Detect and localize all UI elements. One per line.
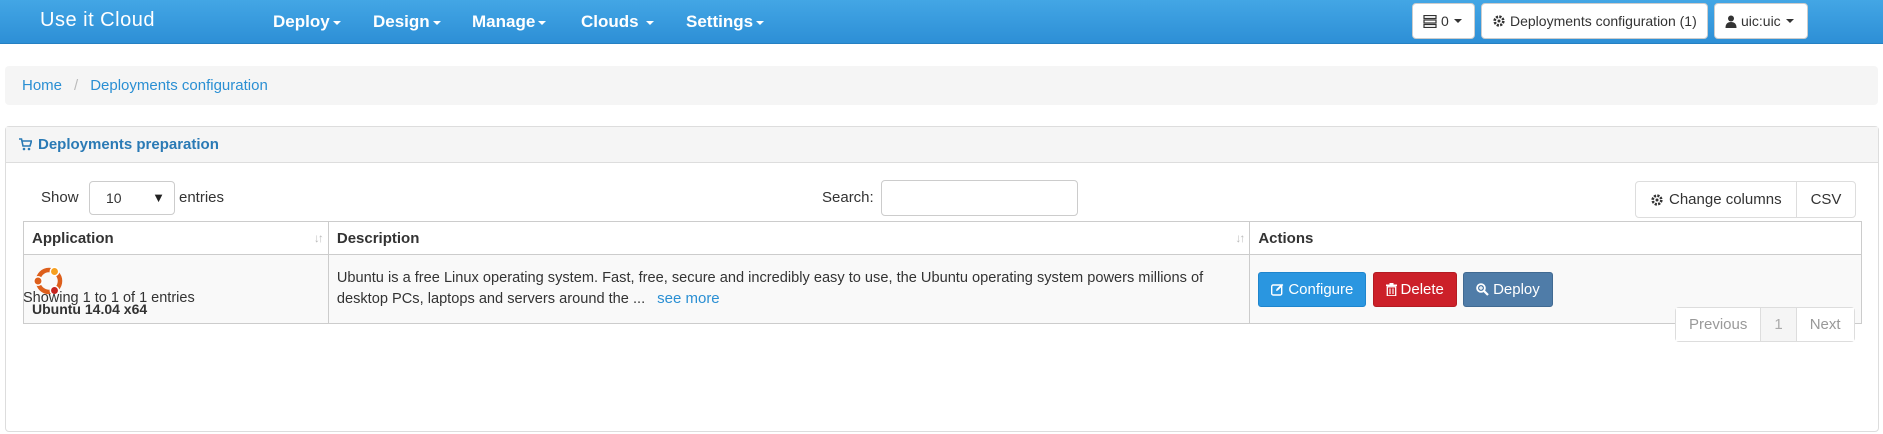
nav-menu-design-label: Design bbox=[373, 12, 430, 31]
brand-logo-text[interactable]: Use it Cloud bbox=[40, 9, 155, 32]
pagination-next[interactable]: Next bbox=[1795, 308, 1854, 341]
nav-menu-design[interactable]: Design bbox=[373, 12, 441, 32]
column-header-description[interactable]: Description ↓↑ bbox=[327, 221, 1251, 255]
deploy-label: Deploy bbox=[1493, 280, 1540, 298]
zoom-icon bbox=[1476, 282, 1489, 296]
description-text: Ubuntu is a free Linux operating system.… bbox=[336, 270, 1204, 307]
column-header-application[interactable]: Application ↓↑ bbox=[23, 221, 329, 255]
edit-icon bbox=[1271, 283, 1284, 296]
nav-menu-deploy-label: Deploy bbox=[273, 12, 330, 31]
dropdown-arrow-icon: ▼ bbox=[152, 190, 165, 205]
pagination-previous[interactable]: Previous bbox=[1676, 308, 1761, 341]
nav-menu-settings[interactable]: Settings bbox=[686, 12, 765, 32]
delete-label: Delete bbox=[1400, 280, 1444, 298]
gear-icon bbox=[1651, 193, 1663, 206]
configure-label: Configure bbox=[1288, 280, 1354, 298]
user-label: uic:uic bbox=[1741, 13, 1781, 29]
nav-menu-deploy[interactable]: Deploy bbox=[273, 12, 341, 32]
search-input[interactable] bbox=[881, 180, 1078, 216]
see-more-link[interactable]: see more bbox=[657, 290, 720, 307]
table-info-text: Showing 1 to 1 of 1 entries bbox=[23, 290, 195, 306]
column-header-label: Actions bbox=[1258, 229, 1314, 247]
nav-menu-clouds-label: Clouds bbox=[581, 12, 639, 31]
chevron-down-icon bbox=[756, 20, 765, 25]
column-header-label: Description bbox=[336, 229, 420, 247]
nav-menu-manage-label: Manage bbox=[472, 12, 536, 31]
breadcrumb-separator: / bbox=[74, 77, 79, 94]
pagination-page-1[interactable]: 1 bbox=[1760, 308, 1796, 341]
nav-menu-settings-label: Settings bbox=[686, 12, 754, 31]
page-size-select[interactable]: 10 ▼ bbox=[89, 181, 175, 215]
change-columns-button[interactable]: Change columns bbox=[1636, 182, 1796, 217]
nav-menu-manage[interactable]: Manage bbox=[472, 12, 547, 32]
table-row: Ubuntu 14.04 x64 Ubuntu is a free Linux … bbox=[23, 254, 1862, 324]
tasks-count: 0 bbox=[1441, 13, 1449, 29]
deployments-table: Application ↓↑ Description ↓↑ Actions Ub… bbox=[23, 221, 1862, 324]
gear-icon bbox=[1493, 15, 1505, 27]
pagination: Previous 1 Next bbox=[1675, 307, 1855, 342]
breadcrumb-current-link[interactable]: Deployments configuration bbox=[90, 77, 268, 94]
table-header-row: Application ↓↑ Description ↓↑ Actions bbox=[23, 221, 1862, 255]
chevron-down-icon bbox=[432, 20, 441, 25]
change-columns-label: Change columns bbox=[1669, 191, 1782, 208]
tasks-button[interactable]: 0 bbox=[1412, 3, 1475, 39]
panel-heading: Deployments preparation bbox=[6, 127, 1878, 163]
panel-title: Deployments preparation bbox=[38, 136, 219, 153]
description-cell: Ubuntu is a free Linux operating system.… bbox=[327, 254, 1251, 324]
breadcrumb-home-link[interactable]: Home bbox=[22, 77, 62, 94]
user-icon bbox=[1725, 15, 1737, 28]
chevron-down-icon bbox=[538, 20, 547, 25]
cart-icon bbox=[19, 138, 32, 151]
deployments-preparation-panel: Deployments preparation Show 10 ▼ entrie… bbox=[5, 126, 1879, 432]
application-cell: Ubuntu 14.04 x64 bbox=[23, 254, 329, 324]
chevron-down-icon bbox=[332, 20, 341, 25]
csv-label: CSV bbox=[1810, 191, 1842, 208]
chevron-down-icon bbox=[1453, 19, 1462, 23]
configure-button[interactable]: Configure bbox=[1258, 271, 1367, 307]
csv-export-button[interactable]: CSV bbox=[1795, 182, 1856, 217]
server-list-icon bbox=[1423, 14, 1437, 28]
chevron-down-icon bbox=[646, 20, 655, 25]
deployments-configuration-button[interactable]: Deployments configuration (1) bbox=[1481, 3, 1708, 39]
table-tools-group: Change columns CSV bbox=[1635, 181, 1857, 218]
column-header-label: Application bbox=[32, 229, 114, 247]
user-menu-button[interactable]: uic:uic bbox=[1714, 3, 1808, 39]
page-size-value: 10 bbox=[106, 190, 122, 206]
column-header-actions: Actions bbox=[1249, 221, 1862, 255]
breadcrumb: Home / Deployments configuration bbox=[5, 66, 1878, 105]
deploy-button[interactable]: Deploy bbox=[1463, 271, 1553, 307]
top-navbar: Use it Cloud Deploy Design Manage Clouds… bbox=[0, 0, 1883, 44]
deployments-configuration-label: Deployments configuration (1) bbox=[1510, 13, 1697, 29]
sort-icon: ↓↑ bbox=[313, 231, 324, 245]
delete-button[interactable]: Delete bbox=[1372, 271, 1457, 307]
sort-icon: ↓↑ bbox=[1235, 231, 1245, 245]
entries-label: entries bbox=[179, 189, 225, 206]
nav-menu-clouds[interactable]: Clouds bbox=[581, 12, 655, 32]
search-label: Search: bbox=[822, 189, 874, 206]
trash-icon bbox=[1385, 282, 1397, 296]
show-label: Show bbox=[41, 189, 79, 206]
chevron-down-icon bbox=[1785, 19, 1794, 23]
